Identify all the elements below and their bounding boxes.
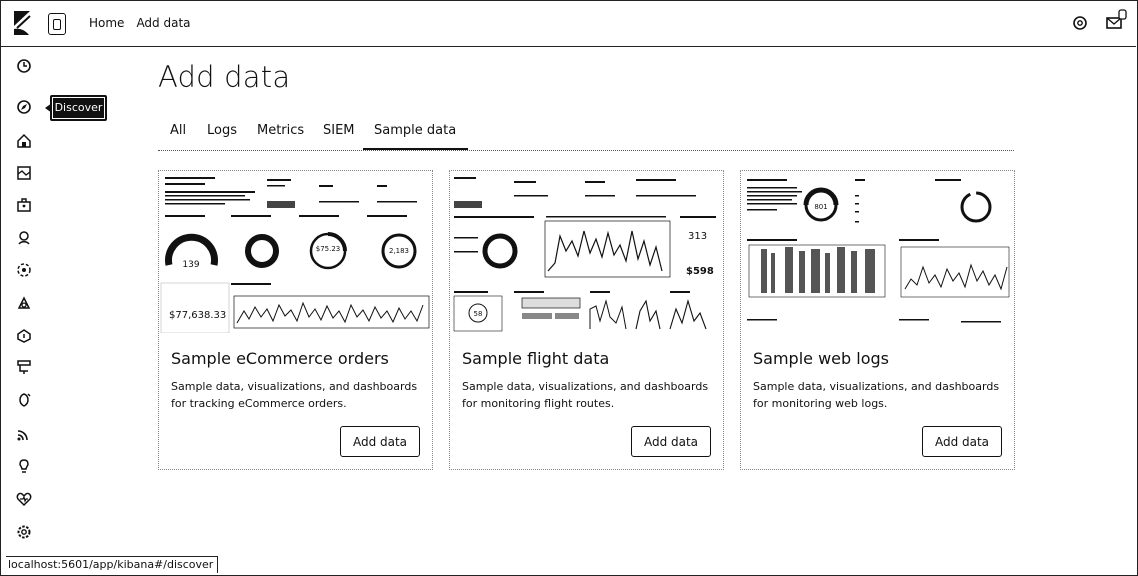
tab-all[interactable]: All	[170, 123, 186, 138]
flights-small-value: 58	[474, 310, 483, 318]
card-web-logs: 801 Sample web logs Sample data, visuali…	[740, 170, 1015, 470]
mail-icon[interactable]	[1105, 8, 1129, 34]
briefcase-icon[interactable]	[15, 196, 33, 214]
tab-siem[interactable]: SIEM	[323, 123, 355, 138]
card-title: Sample flight data	[462, 349, 610, 368]
kibana-logo-icon[interactable]	[12, 10, 34, 36]
add-flight-data-button[interactable]: Add data	[631, 426, 711, 457]
donut-value-c: 2,183	[389, 247, 409, 255]
card-title: Sample eCommerce orders	[171, 349, 389, 368]
flights-metric-a: 313	[688, 231, 707, 242]
card-flights: 313 $598 58 Sample flight data Sample da…	[449, 170, 724, 470]
card-ecommerce: 139 $75.23 2,183 $77,638.33 Sample eComm…	[158, 170, 433, 470]
card-description: Sample data, visualizations, and dashboa…	[462, 380, 709, 410]
tab-bar: All Logs Metrics SIEM Sample data	[158, 114, 1014, 151]
lightbulb-icon[interactable]	[15, 457, 33, 475]
flights-metric-b: $598	[686, 266, 714, 277]
canvas-icon[interactable]	[15, 164, 33, 182]
tab-logs[interactable]: Logs	[207, 123, 237, 138]
tab-sample-data[interactable]: Sample data	[363, 123, 469, 150]
card-description: Sample data, visualizations, and dashboa…	[753, 380, 1000, 410]
menu-icon	[53, 19, 61, 30]
breadcrumb-add-data: Add data	[136, 16, 191, 30]
discover-tooltip: Discover	[45, 95, 107, 121]
menu-toggle-button[interactable]	[48, 13, 66, 35]
compass-icon[interactable]	[15, 98, 33, 116]
gauge-value: 139	[182, 260, 199, 270]
ml-icon[interactable]	[15, 261, 33, 279]
apm-icon[interactable]	[15, 327, 33, 345]
graph-icon[interactable]	[15, 294, 33, 312]
card-title: Sample web logs	[753, 349, 889, 368]
breadcrumb-home[interactable]: Home	[89, 16, 124, 30]
signal-icon[interactable]	[15, 425, 33, 443]
tab-metrics[interactable]: Metrics	[257, 123, 304, 138]
add-ecommerce-data-button[interactable]: Add data	[340, 426, 420, 457]
maps-icon[interactable]	[15, 229, 33, 247]
status-url: localhost:5601/app/kibana#/discover	[6, 556, 219, 573]
revenue-metric: $77,638.33	[169, 310, 226, 321]
web-logs-dashboard-thumbnail: 801	[741, 171, 1014, 333]
side-nav	[0, 47, 48, 557]
heartbeat-icon[interactable]	[15, 490, 33, 508]
flights-dashboard-thumbnail: 313 $598 58	[450, 171, 723, 333]
uptime-icon[interactable]	[15, 358, 33, 376]
help-icon[interactable]	[1071, 14, 1089, 32]
card-description: Sample data, visualizations, and dashboa…	[171, 380, 418, 410]
dashboard-icon[interactable]	[15, 132, 33, 150]
page-title: Add data	[158, 60, 291, 94]
top-bar: Home Add data	[0, 0, 1136, 47]
gear-icon[interactable]	[15, 523, 33, 541]
ecommerce-dashboard-thumbnail: 139 $75.23 2,183 $77,638.33	[159, 171, 432, 333]
add-web-logs-data-button[interactable]: Add data	[922, 426, 1002, 457]
clock-icon[interactable]	[15, 57, 33, 75]
donut-value-b: $75.23	[316, 245, 341, 253]
web-logs-donut-value: 801	[814, 203, 827, 211]
siem-icon[interactable]	[15, 391, 33, 409]
breadcrumb: Home Add data	[89, 16, 191, 30]
